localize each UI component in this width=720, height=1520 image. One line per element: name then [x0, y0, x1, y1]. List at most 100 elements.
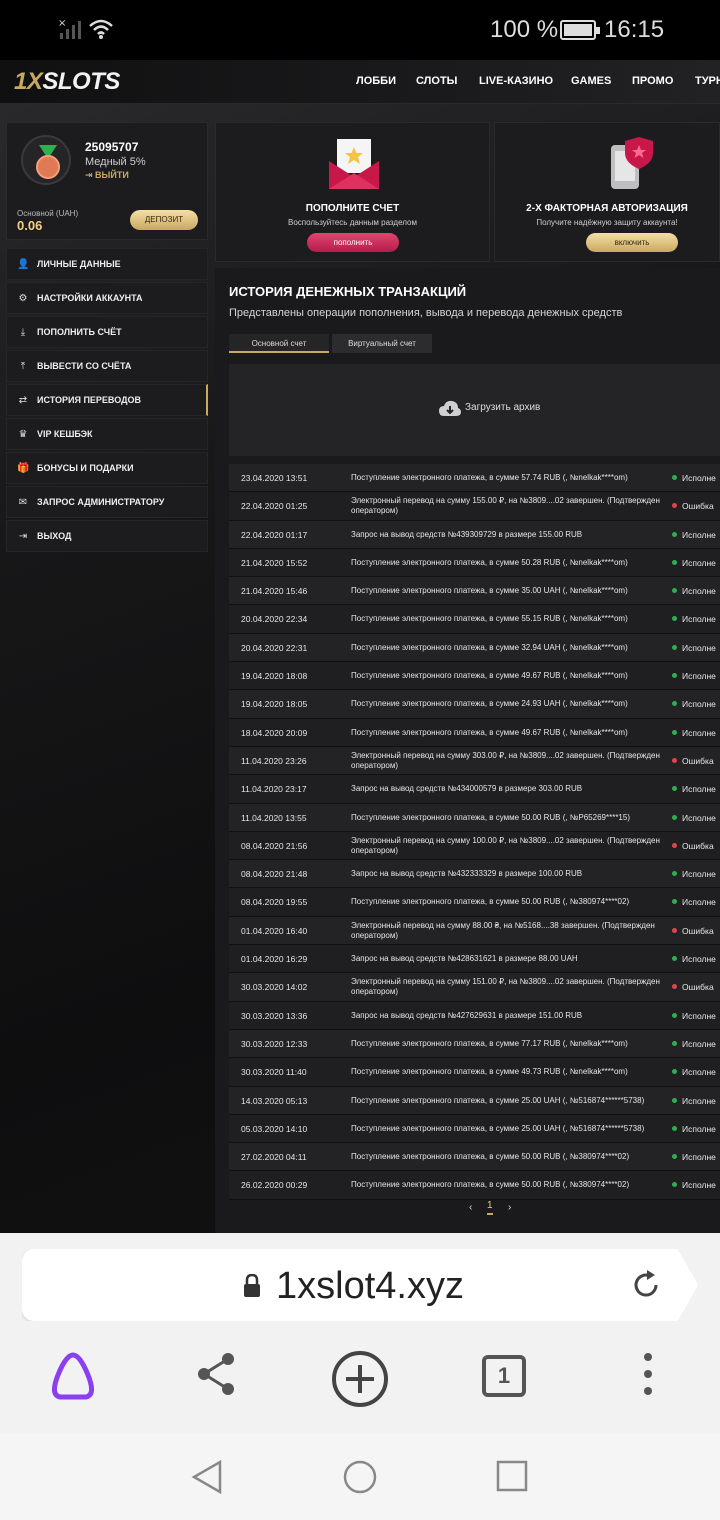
transaction-date: 08.04.2020 21:48: [241, 869, 308, 880]
alice-assistant-icon[interactable]: [46, 1351, 100, 1401]
reload-icon[interactable]: [632, 1269, 662, 1301]
tab-virtual-account[interactable]: Виртуальный счет: [332, 334, 432, 353]
table-row: 08.04.2020 21:56 Электронный перевод на с…: [229, 831, 720, 861]
enable-2fa-button[interactable]: включить: [586, 233, 678, 252]
transaction-description: Запрос на вывод средств №428631621 в раз…: [351, 954, 578, 964]
transaction-description: Запрос на вывод средств №432333329 в раз…: [351, 869, 583, 879]
sidebar-item-0[interactable]: 👤 ЛИЧНЫЕ ДАННЫЕ: [6, 248, 208, 280]
download-archive-button[interactable]: Загрузить архив: [229, 364, 720, 456]
site-content: 1XSLOTS ЛОББИ СЛОТЫ LIVE-КАЗИНО GAMES ПР…: [0, 60, 720, 1233]
status-dot: [672, 1097, 677, 1103]
sidebar-item-4[interactable]: ⇄ ИСТОРИЯ ПЕРЕВОДОВ: [6, 384, 208, 416]
nav-lobby[interactable]: ЛОББИ: [356, 75, 396, 87]
status-dot: [672, 1069, 677, 1075]
sidebar-item-2[interactable]: ⤓ ПОПОЛНИТЬ СЧЁТ: [6, 316, 208, 348]
transaction-date: 22.04.2020 01:25: [241, 501, 308, 512]
transaction-description: Поступление электронного платежа, в сумм…: [351, 1180, 630, 1190]
status-dot: [672, 588, 677, 594]
gears-icon: ⚙: [18, 293, 28, 304]
sidebar-item-8[interactable]: ⇥ ВЫХОД: [6, 520, 208, 552]
nav-tournaments[interactable]: ТУРН: [695, 75, 720, 87]
browser-toolbar: 1xslot4.xyz 1: [0, 1233, 720, 1433]
recents-icon[interactable]: [496, 1460, 528, 1492]
transaction-date: 26.02.2020 00:29: [241, 1180, 308, 1191]
status-badge: Исполне: [682, 1123, 716, 1134]
topup-button[interactable]: пополнить: [307, 233, 399, 252]
table-row: 08.04.2020 19:55 Поступление электронного…: [229, 888, 720, 917]
deposit-button[interactable]: ДЕПОЗИТ: [130, 210, 198, 230]
status-badge: Ошибка: [682, 840, 714, 851]
status-dot: [672, 814, 677, 820]
transaction-description: Поступление электронного платежа, в сумм…: [351, 727, 628, 737]
status-bar: × 100 % 16:15: [0, 0, 720, 60]
address-bar[interactable]: 1xslot4.xyz: [22, 1249, 698, 1321]
transaction-description: Электронный перевод на сумму 155.00 ₽, н…: [351, 496, 660, 516]
nav-games[interactable]: GAMES: [571, 75, 611, 87]
sidebar-item-1[interactable]: ⚙ НАСТРОЙКИ АККАУНТА: [6, 282, 208, 314]
two-factor-title: 2-Х ФАКТОРНАЯ АВТОРИЗАЦИЯ: [526, 203, 688, 214]
transaction-description: Поступление электронного платежа, в сумм…: [351, 1095, 645, 1105]
table-row: 01.04.2020 16:40 Электронный перевод на с…: [229, 916, 720, 946]
share-icon[interactable]: [194, 1351, 238, 1397]
transaction-date: 14.03.2020 05:13: [241, 1095, 308, 1106]
medal-icon: [21, 135, 71, 185]
transaction-date: 27.02.2020 04:11: [241, 1152, 307, 1163]
status-dot: [672, 531, 677, 537]
status-badge: Исполне: [682, 557, 716, 568]
table-row: 11.04.2020 13:55 Поступление электронного…: [229, 803, 720, 832]
profile-card: 25095707 Медный 5% ⇥ ВЫЙТИ Основной (UAH…: [6, 122, 208, 240]
exchange-icon: ⇄: [18, 395, 28, 406]
status-dot: [672, 1040, 677, 1046]
transaction-description: Поступление электронного платежа, в сумм…: [351, 642, 628, 652]
upload-icon: ⤒: [20, 361, 26, 372]
home-icon[interactable]: [342, 1459, 378, 1495]
sidebar-item-6[interactable]: 🎁 БОНУСЫ И ПОДАРКИ: [6, 452, 208, 484]
table-row: 21.04.2020 15:52 Поступление электронного…: [229, 548, 720, 578]
back-icon[interactable]: [190, 1459, 224, 1495]
status-dot: [672, 984, 677, 990]
nav-slots[interactable]: СЛОТЫ: [416, 75, 457, 87]
two-factor-subtitle: Получите надёжную защиту аккаунта!: [536, 218, 678, 227]
gift-icon: 🎁: [17, 463, 30, 474]
logout-link[interactable]: ⇥ ВЫЙТИ: [85, 170, 129, 181]
pagination-prev[interactable]: ‹: [469, 1202, 472, 1213]
table-row: 20.04.2020 22:31 Поступление электронного…: [229, 633, 720, 663]
nav-promo[interactable]: ПРОМО: [632, 75, 673, 87]
deposit-card-title: ПОПОЛНИТЕ СЧЕТ: [305, 203, 400, 214]
transaction-date: 08.04.2020 21:56: [241, 840, 308, 851]
pagination-page[interactable]: 1: [487, 1200, 493, 1215]
tab-main-account[interactable]: Основной счет: [229, 334, 329, 353]
transaction-description: Поступление электронного платежа, в сумм…: [351, 473, 628, 482]
sidebar-item-3[interactable]: ⤒ ВЫВЕСТИ СО СЧЁТА: [6, 350, 208, 382]
status-dot: [672, 616, 677, 622]
status-badge: Исполне: [682, 1038, 716, 1049]
table-row: 22.04.2020 01:17 Запрос на вывод средств …: [229, 520, 720, 549]
account-menu: 👤 ЛИЧНЫЕ ДАННЫЕ ⚙ НАСТРОЙКИ АККАУНТА ⤓ ПОПОЛН…: [6, 248, 208, 554]
system-nav-bar: [0, 1433, 720, 1520]
page-description: Представлены операции пополнения, вывода…: [229, 307, 623, 319]
download-archive-label: Загрузить архив: [465, 402, 541, 413]
sidebar-item-label: ИСТОРИЯ ПЕРЕВОДОВ: [37, 395, 142, 405]
two-factor-card: 2-Х ФАКТОРНАЯ АВТОРИЗАЦИЯ Получите надёж…: [494, 122, 720, 262]
pagination-next[interactable]: ›: [508, 1202, 511, 1213]
sidebar-item-5[interactable]: ♛ VIP КЕШБЭК: [6, 418, 208, 450]
transaction-description: Поступление электронного платежа, в сумм…: [351, 1152, 630, 1162]
transaction-table: 23.04.2020 13:51 Поступление электронного…: [229, 464, 720, 1200]
sidebar-item-label: ВЫХОД: [37, 531, 72, 541]
signal-icon: ×: [58, 18, 81, 39]
status-dot: [672, 1125, 677, 1131]
more-menu-icon[interactable]: [640, 1351, 656, 1397]
sidebar-item-label: ЗАПРОС АДМИНИСТРАТОРУ: [37, 497, 165, 507]
table-row: 21.04.2020 15:46 Поступление электронного…: [229, 577, 720, 606]
site-logo[interactable]: 1XSLOTS: [14, 68, 120, 96]
status-badge: Исполне: [682, 869, 716, 880]
nav-live-casino[interactable]: LIVE-КАЗИНО: [479, 75, 553, 87]
url-text: 1xslot4.xyz: [276, 1265, 464, 1307]
status-badge: Исполне: [682, 614, 716, 625]
transaction-date: 20.04.2020 22:31: [241, 642, 308, 653]
status-dot: [672, 503, 677, 509]
status-dot: [672, 644, 677, 650]
tabs-button[interactable]: 1: [482, 1355, 526, 1397]
new-tab-icon[interactable]: [330, 1349, 390, 1409]
sidebar-item-7[interactable]: ✉ ЗАПРОС АДМИНИСТРАТОРУ: [6, 486, 208, 518]
